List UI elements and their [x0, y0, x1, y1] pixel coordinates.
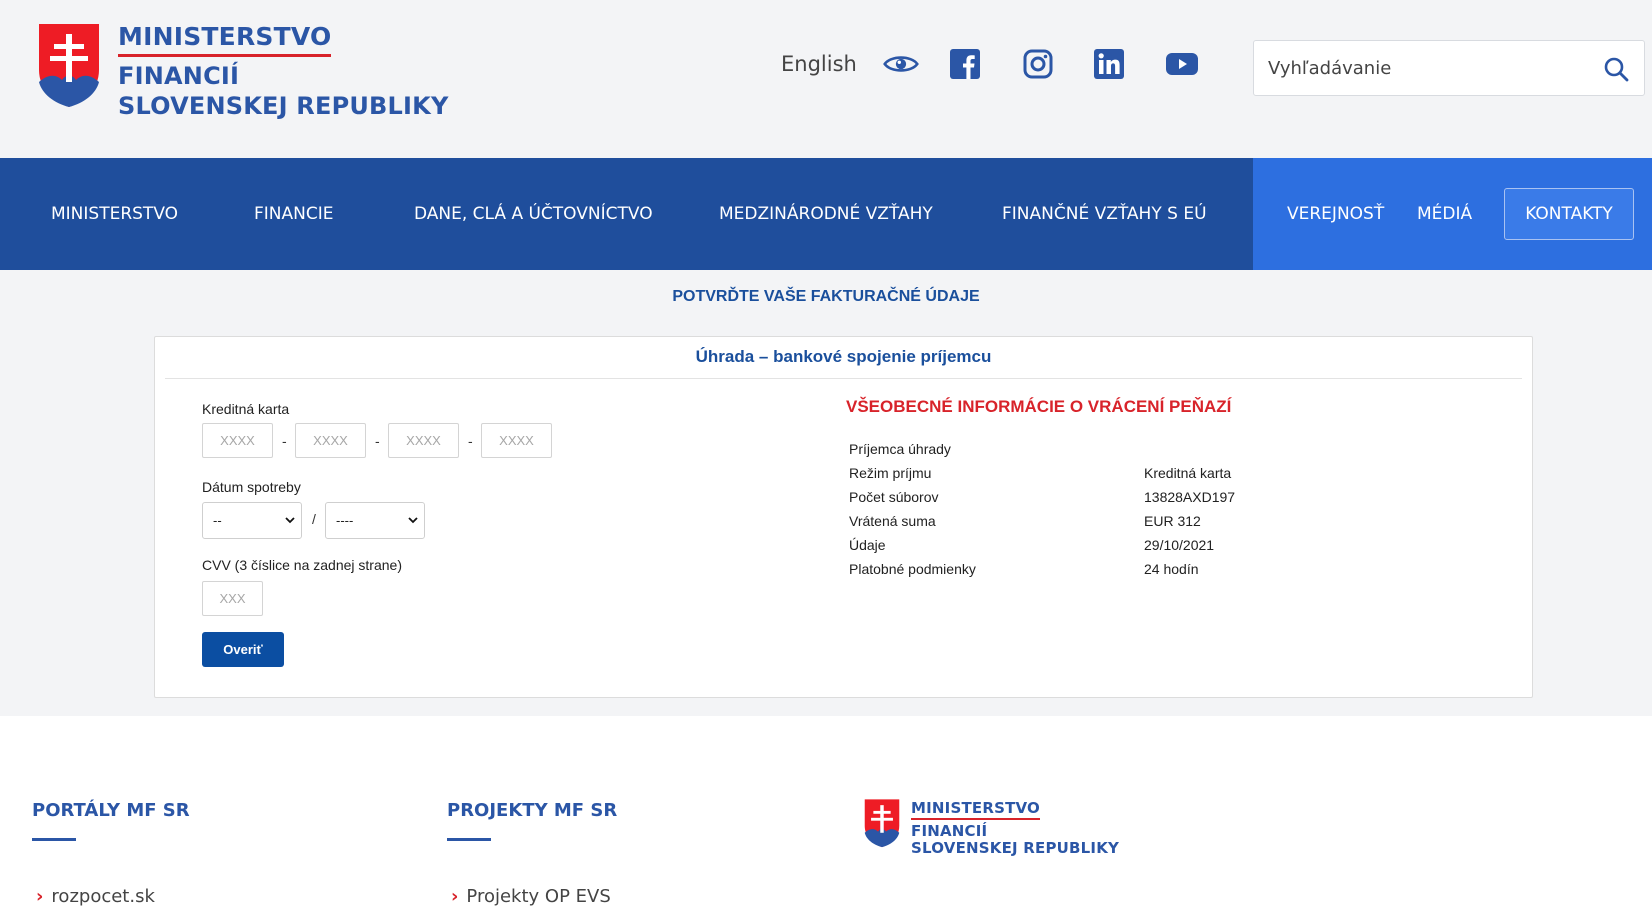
- expiry-date-label: Dátum spotreby: [202, 479, 301, 495]
- footer-link-label: Projekty OP EVS: [466, 886, 611, 907]
- expiry-separator: /: [312, 511, 316, 527]
- expiry-year-value: ----: [336, 513, 354, 528]
- refund-info-title: VŠEOBECNÉ INFORMÁCIE O VRÁCENÍ PEŇAZÍ: [846, 397, 1232, 416]
- projects-heading: PROJEKTY MF SR: [447, 800, 618, 821]
- card-number-field-3[interactable]: [388, 423, 459, 458]
- expiry-month-value: --: [213, 513, 222, 528]
- nav-item-media[interactable]: MÉDIÁ: [1417, 158, 1472, 270]
- search-icon[interactable]: [1600, 53, 1632, 85]
- main-content: POTVRĎTE VAŠE FAKTURAČNÉ ÚDAJE Úhrada – …: [0, 272, 1652, 716]
- portals-heading: PORTÁLY MF SR: [32, 800, 190, 821]
- footer-link-label: rozpocet.sk: [51, 886, 155, 907]
- page-title: POTVRĎTE VAŠE FAKTURAČNÉ ÚDAJE: [672, 288, 980, 305]
- payment-card: Úhrada – bankové spojenie príjemcu Kredi…: [154, 336, 1533, 698]
- logo-line-3: SLOVENSKEJ REPUBLIKY: [911, 839, 1120, 857]
- card-separator: -: [468, 433, 473, 449]
- heading-underline: [447, 838, 491, 841]
- nav-item-dane-cla-uctovnictvo[interactable]: DANE, CLÁ A ÚČTOVNÍCTVO: [414, 158, 653, 270]
- cvv-label: CVV (3 číslice na zadnej strane): [202, 557, 402, 573]
- instagram-icon[interactable]: [1020, 46, 1056, 82]
- linkedin-icon[interactable]: [1091, 46, 1127, 82]
- card-separator: -: [375, 433, 380, 449]
- card-number-field-4[interactable]: [481, 423, 552, 458]
- cvv-field[interactable]: [202, 581, 263, 616]
- logo-line-1: MINISTERSTVO: [911, 799, 1041, 820]
- logo-line-2: FINANCIÍ: [911, 822, 988, 840]
- slovak-coat-of-arms-icon: [864, 799, 900, 848]
- verify-button[interactable]: Overiť: [202, 632, 284, 667]
- logo-line-3: SLOVENSKEJ REPUBLIKY: [118, 92, 449, 120]
- info-key: Režim príjmu: [849, 465, 932, 481]
- chevron-right-icon: ›: [36, 886, 44, 907]
- info-key: Platobné podmienky: [849, 561, 976, 577]
- card-title: Úhrada – bankové spojenie príjemcu: [165, 337, 1522, 379]
- search-input[interactable]: [1268, 41, 1588, 95]
- nav-item-financie[interactable]: FINANCIE: [254, 158, 333, 270]
- nav-item-medzinarodne-vztahy[interactable]: MEDZINÁRODNÉ VZŤAHY: [719, 158, 933, 270]
- chevron-right-icon: ›: [451, 886, 459, 907]
- info-value: Kreditná karta: [1144, 465, 1232, 481]
- footer-ministry-logo[interactable]: MINISTERSTVO FINANCIÍ SLOVENSKEJ REPUBLI…: [863, 798, 1119, 857]
- info-value: 29/10/2021: [1144, 537, 1215, 553]
- card-number-field-1[interactable]: [202, 423, 273, 458]
- facebook-icon[interactable]: [947, 46, 983, 82]
- site-header: MINISTERSTVO FINANCIÍ SLOVENSKEJ REPUBLI…: [0, 0, 1652, 158]
- search-box: [1253, 40, 1645, 96]
- contacts-button[interactable]: KONTAKTY: [1504, 188, 1634, 240]
- site-footer: PORTÁLY MF SR › rozpocet.sk PROJEKTY MF S…: [0, 716, 1652, 920]
- info-key: Vrátená suma: [849, 513, 936, 529]
- footer-link-projekty-op-evs[interactable]: › Projekty OP EVS: [451, 886, 611, 907]
- card-separator: -: [282, 433, 287, 449]
- nav-item-verejnost[interactable]: VEREJNOSŤ: [1287, 158, 1384, 270]
- credit-card-label: Kreditná karta: [202, 401, 290, 417]
- info-value: 24 hodín: [1144, 561, 1199, 577]
- info-key: Príjemca úhrady: [849, 441, 951, 457]
- heading-underline: [32, 838, 76, 841]
- youtube-icon[interactable]: [1164, 46, 1200, 82]
- chevron-down-icon: [408, 517, 418, 524]
- accessibility-eye-icon[interactable]: [883, 46, 919, 82]
- ministry-logo[interactable]: MINISTERSTVO FINANCIÍ SLOVENSKEJ REPUBLI…: [36, 22, 449, 121]
- main-navigation: MINISTERSTVO FINANCIE DANE, CLÁ A ÚČTOVN…: [0, 158, 1652, 270]
- logo-text: MINISTERSTVO FINANCIÍ SLOVENSKEJ REPUBLI…: [118, 22, 449, 121]
- nav-item-ministerstvo[interactable]: MINISTERSTVO: [51, 158, 178, 270]
- logo-text: MINISTERSTVO FINANCIÍ SLOVENSKEJ REPUBLI…: [911, 798, 1119, 857]
- info-key: Údaje: [849, 537, 886, 553]
- card-number-field-2[interactable]: [295, 423, 366, 458]
- english-language-link[interactable]: English: [781, 52, 857, 76]
- footer-link-rozpocet[interactable]: › rozpocet.sk: [36, 886, 155, 907]
- logo-line-2: FINANCIÍ: [118, 62, 240, 90]
- nav-item-financne-vztahy-eu[interactable]: FINANČNÉ VZŤAHY S EÚ: [1002, 158, 1207, 270]
- logo-line-1: MINISTERSTVO: [118, 22, 332, 57]
- info-value: 13828AXD197: [1144, 489, 1236, 505]
- info-key: Počet súborov: [849, 489, 939, 505]
- chevron-down-icon: [285, 517, 295, 524]
- info-value: EUR 312: [1144, 513, 1201, 529]
- slovak-coat-of-arms-icon: [39, 24, 99, 107]
